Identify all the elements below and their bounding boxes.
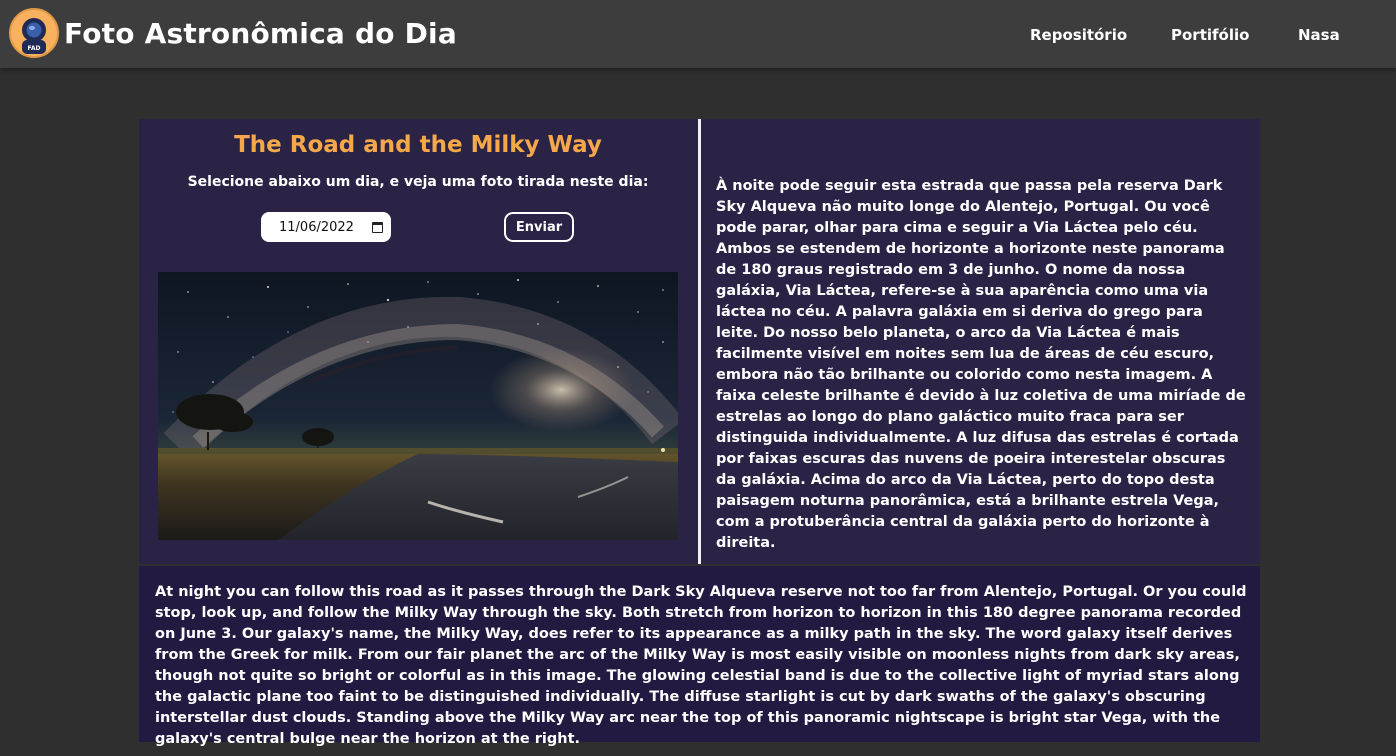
- apod-card: The Road and the Milky Way Selecione aba…: [139, 119, 1260, 564]
- top-navbar: FAD Foto Astronômica do Dia Repositório …: [0, 0, 1396, 68]
- nav-link-portifolio[interactable]: Portifólio: [1171, 26, 1249, 44]
- milky-way-panorama-icon: [158, 272, 678, 540]
- brand[interactable]: FAD Foto Astronômica do Dia: [9, 8, 457, 58]
- logo-label: FAD: [27, 45, 40, 52]
- nav-link-nasa[interactable]: Nasa: [1298, 26, 1340, 44]
- vertical-divider: [698, 119, 701, 564]
- nav-link-repositorio[interactable]: Repositório: [1030, 26, 1127, 44]
- explanation-portuguese: À noite pode seguir esta estrada que pas…: [716, 178, 1246, 551]
- date-value: 11/06/2022: [279, 219, 354, 235]
- astronaut-logo-icon: FAD: [9, 8, 59, 58]
- apod-image: [158, 272, 678, 540]
- explanation-english: At night you can follow this road as it …: [155, 584, 1247, 747]
- apod-title: The Road and the Milky Way: [234, 132, 602, 158]
- explanation-english-box: At night you can follow this road as it …: [139, 566, 1260, 747]
- calendar-icon[interactable]: [372, 221, 383, 233]
- submit-button[interactable]: Enviar: [504, 212, 574, 242]
- apod-left-panel: The Road and the Milky Way Selecione aba…: [139, 119, 697, 564]
- site-title: Foto Astronômica do Dia: [64, 16, 457, 50]
- date-input[interactable]: 11/06/2022: [261, 212, 391, 242]
- date-prompt: Selecione abaixo um dia, e veja uma foto…: [187, 174, 649, 190]
